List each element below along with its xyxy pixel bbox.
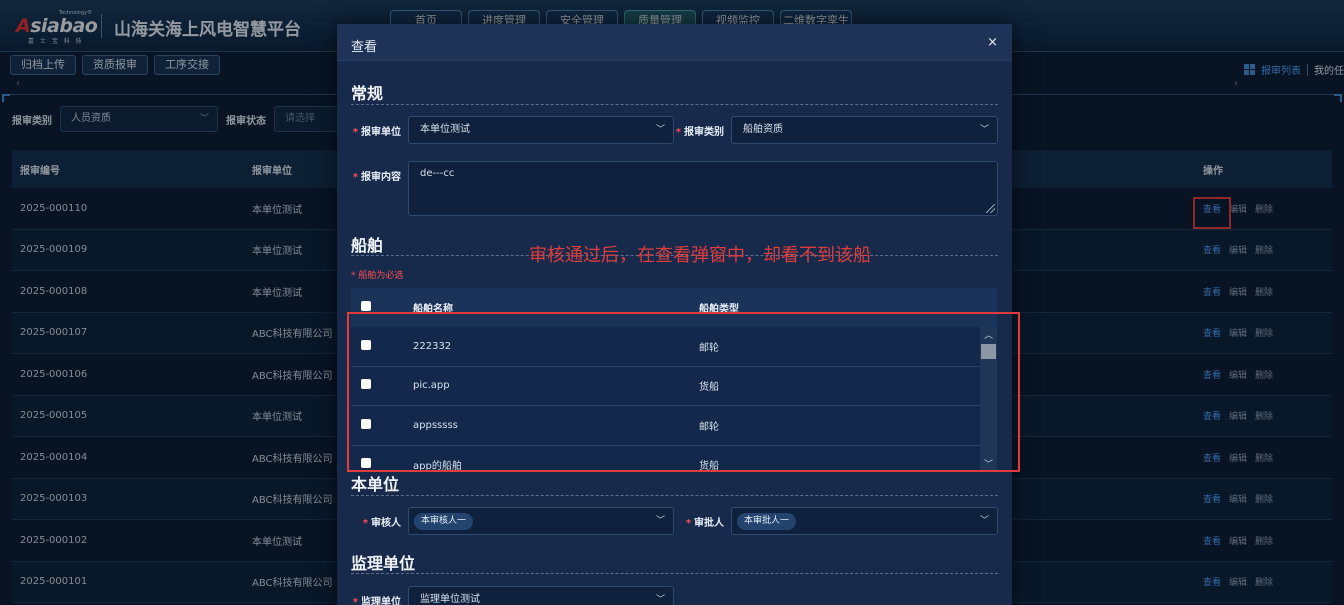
- unit-select[interactable]: 本单位测试 ﹀: [408, 116, 674, 144]
- content-textarea[interactable]: de---cc: [408, 161, 998, 216]
- content-label: * 报审内容: [352, 172, 401, 183]
- section-supervision-title: 监理单位: [351, 554, 416, 573]
- chevron-down-icon: ﹀: [979, 516, 989, 526]
- approver-label: * 审批人: [685, 518, 724, 529]
- annotation-text: 审核通过后，在查看弹窗中，却看不到该船: [529, 245, 871, 266]
- reviewer-label: * 审核人: [362, 518, 401, 529]
- section-ships-title: 船舶: [351, 236, 384, 255]
- select-all-checkbox[interactable]: [361, 301, 371, 311]
- type-select[interactable]: 船舶资质 ﹀: [731, 116, 998, 144]
- chevron-down-icon: ﹀: [655, 516, 665, 526]
- type-label: * 报审类别: [675, 127, 724, 138]
- chevron-down-icon: ﹀: [979, 125, 989, 135]
- chevron-down-icon: ﹀: [655, 595, 665, 605]
- reviewer-select[interactable]: 本审核人一 ﹀: [408, 507, 674, 535]
- section-general-title: 常规: [351, 84, 384, 103]
- unit-label: * 报审单位: [352, 127, 401, 138]
- section-divider: [351, 495, 998, 496]
- section-divider: [351, 573, 998, 574]
- section-own-unit-title: 本单位: [351, 475, 400, 494]
- modal-title: 查看: [351, 40, 378, 55]
- approver-tag: 本审批人一: [737, 513, 797, 530]
- chevron-down-icon: ﹀: [655, 125, 665, 135]
- reviewer-tag: 本审核人一: [414, 513, 474, 530]
- supervision-unit-select[interactable]: 监理单位测试 ﹀: [408, 586, 674, 605]
- resize-handle-icon[interactable]: [986, 204, 995, 213]
- close-icon[interactable]: ×: [987, 35, 998, 50]
- annotation-highlight-ships: [347, 312, 1020, 472]
- modal-header: 查看 ×: [337, 24, 1012, 61]
- approver-select[interactable]: 本审批人一 ﹀: [731, 507, 998, 535]
- ships-required-note: * 船舶为必选: [351, 271, 404, 281]
- section-divider: [351, 104, 998, 105]
- supervision-unit-label: * 监理单位: [352, 597, 401, 605]
